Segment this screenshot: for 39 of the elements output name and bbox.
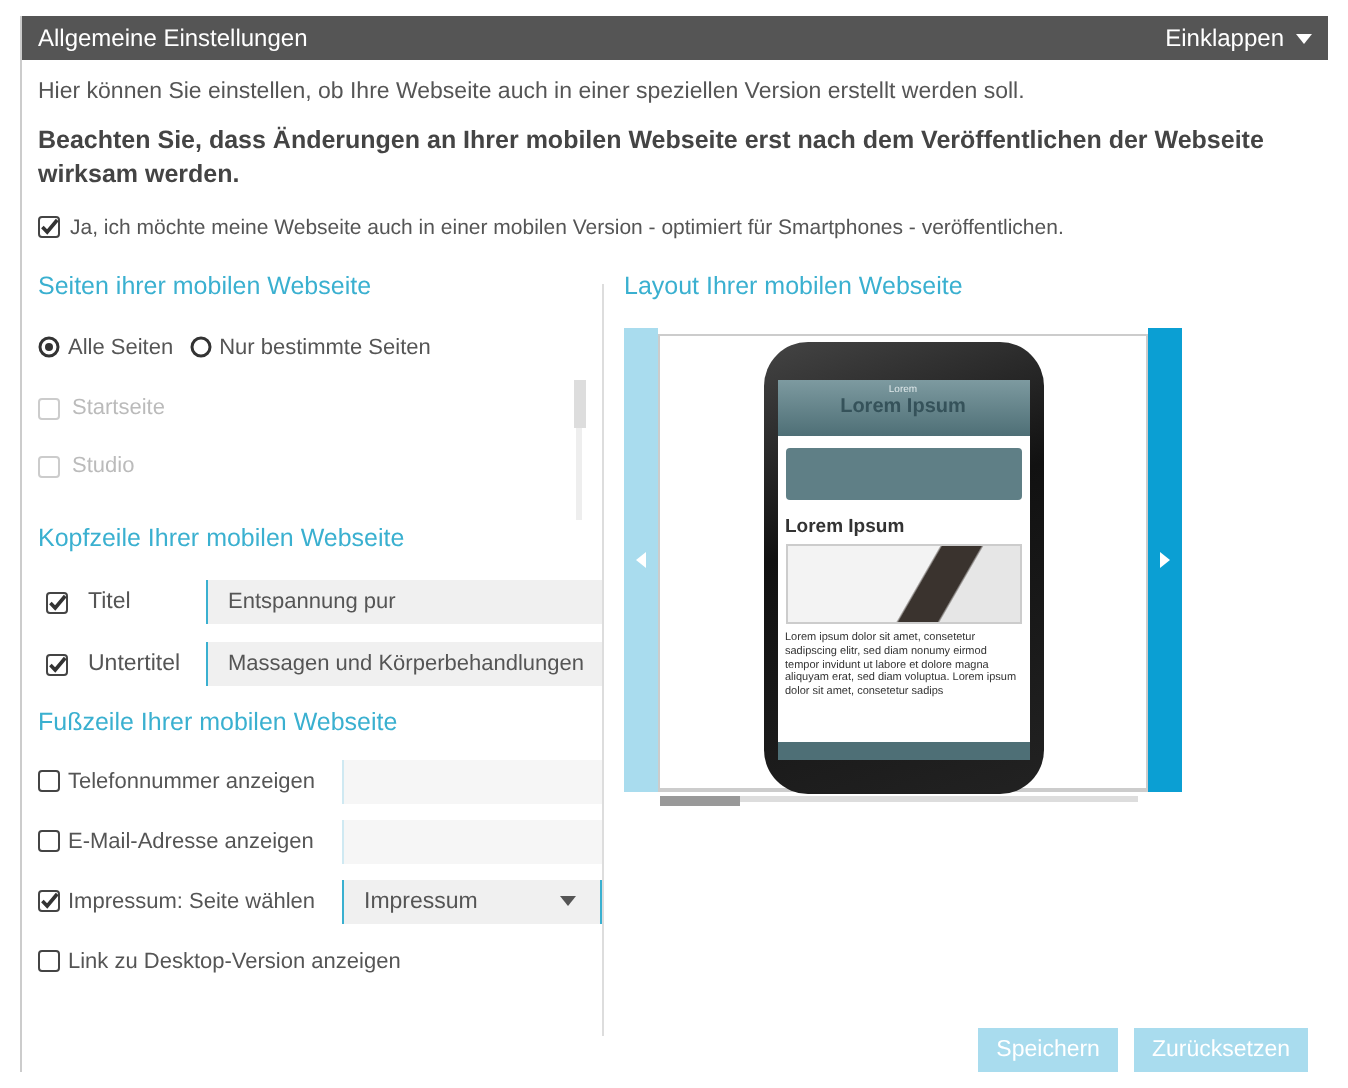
- scrollbar-thumb[interactable]: [660, 795, 740, 806]
- collapse-link[interactable]: Einklappen: [1165, 24, 1284, 52]
- radio-button[interactable]: [189, 336, 212, 359]
- intro-text: Hier können Sie einstellen, ob Ihre Webseite auch in einer speziellen Version erstellt werden soll.: [38, 80, 1027, 104]
- scrollbar-thumb[interactable]: [574, 379, 586, 428]
- section-heading: Layout Ihrer mobilen Webseite: [624, 271, 965, 300]
- option-label[interactable]: Impressum: Seite wählen: [68, 889, 315, 914]
- option-label[interactable]: Ja, ich möchte meine Webseite auch in einer mobilen Version - optimiert für Smartphones - veröffentlichen.: [70, 215, 1064, 240]
- checkbox[interactable]: [38, 830, 60, 853]
- section-heading: Seiten ihrer mobilen Webseite: [38, 271, 374, 300]
- text-field[interactable]: [342, 759, 602, 804]
- radio-label[interactable]: Nur bestimmte Seiten: [219, 335, 431, 360]
- text-field[interactable]: [342, 819, 602, 864]
- preview-site-title: Lorem Ipsum: [840, 395, 966, 418]
- checkbox[interactable]: [38, 216, 60, 239]
- section-heading: Fußzeile Ihrer mobilen Webseite: [38, 707, 400, 736]
- caret-icon[interactable]: [1296, 33, 1312, 43]
- checkbox[interactable]: [46, 653, 68, 676]
- text-field[interactable]: Entspannung pur: [206, 580, 602, 625]
- option-label[interactable]: E-Mail-Adresse anzeigen: [68, 829, 314, 854]
- text-field[interactable]: Massagen und Körperbehandlungen: [206, 642, 602, 687]
- right-arrow-icon: [1160, 551, 1170, 568]
- option-label[interactable]: Link zu Desktop-Version anzeigen: [68, 949, 401, 974]
- left-arrow-icon: [636, 551, 646, 568]
- page-select[interactable]: Impressum: [342, 879, 602, 924]
- checkbox[interactable]: [38, 770, 60, 793]
- option-label[interactable]: Telefonnummer anzeigen: [68, 769, 316, 794]
- checkbox[interactable]: [38, 950, 60, 973]
- radio-button[interactable]: [38, 336, 60, 359]
- checkbox[interactable]: [38, 890, 60, 913]
- preview-heading: Lorem Ipsum: [785, 515, 907, 538]
- notice-text: Beachten Sie, dass Änderungen an Ihrer mobilen Webseite erst nach dem Veröffentlichen der Webseite wirksam werden.: [38, 124, 1266, 192]
- caret-icon[interactable]: [560, 896, 576, 907]
- panel-title: Allgemeine Einstellungen: [38, 24, 308, 52]
- radio-label[interactable]: Alle Seiten: [68, 335, 174, 360]
- checkbox[interactable]: [46, 591, 68, 614]
- field-label: Untertitel: [88, 652, 181, 677]
- field-label: Titel: [88, 590, 131, 615]
- section-heading: Kopfzeile Ihrer mobilen Webseite: [38, 523, 407, 552]
